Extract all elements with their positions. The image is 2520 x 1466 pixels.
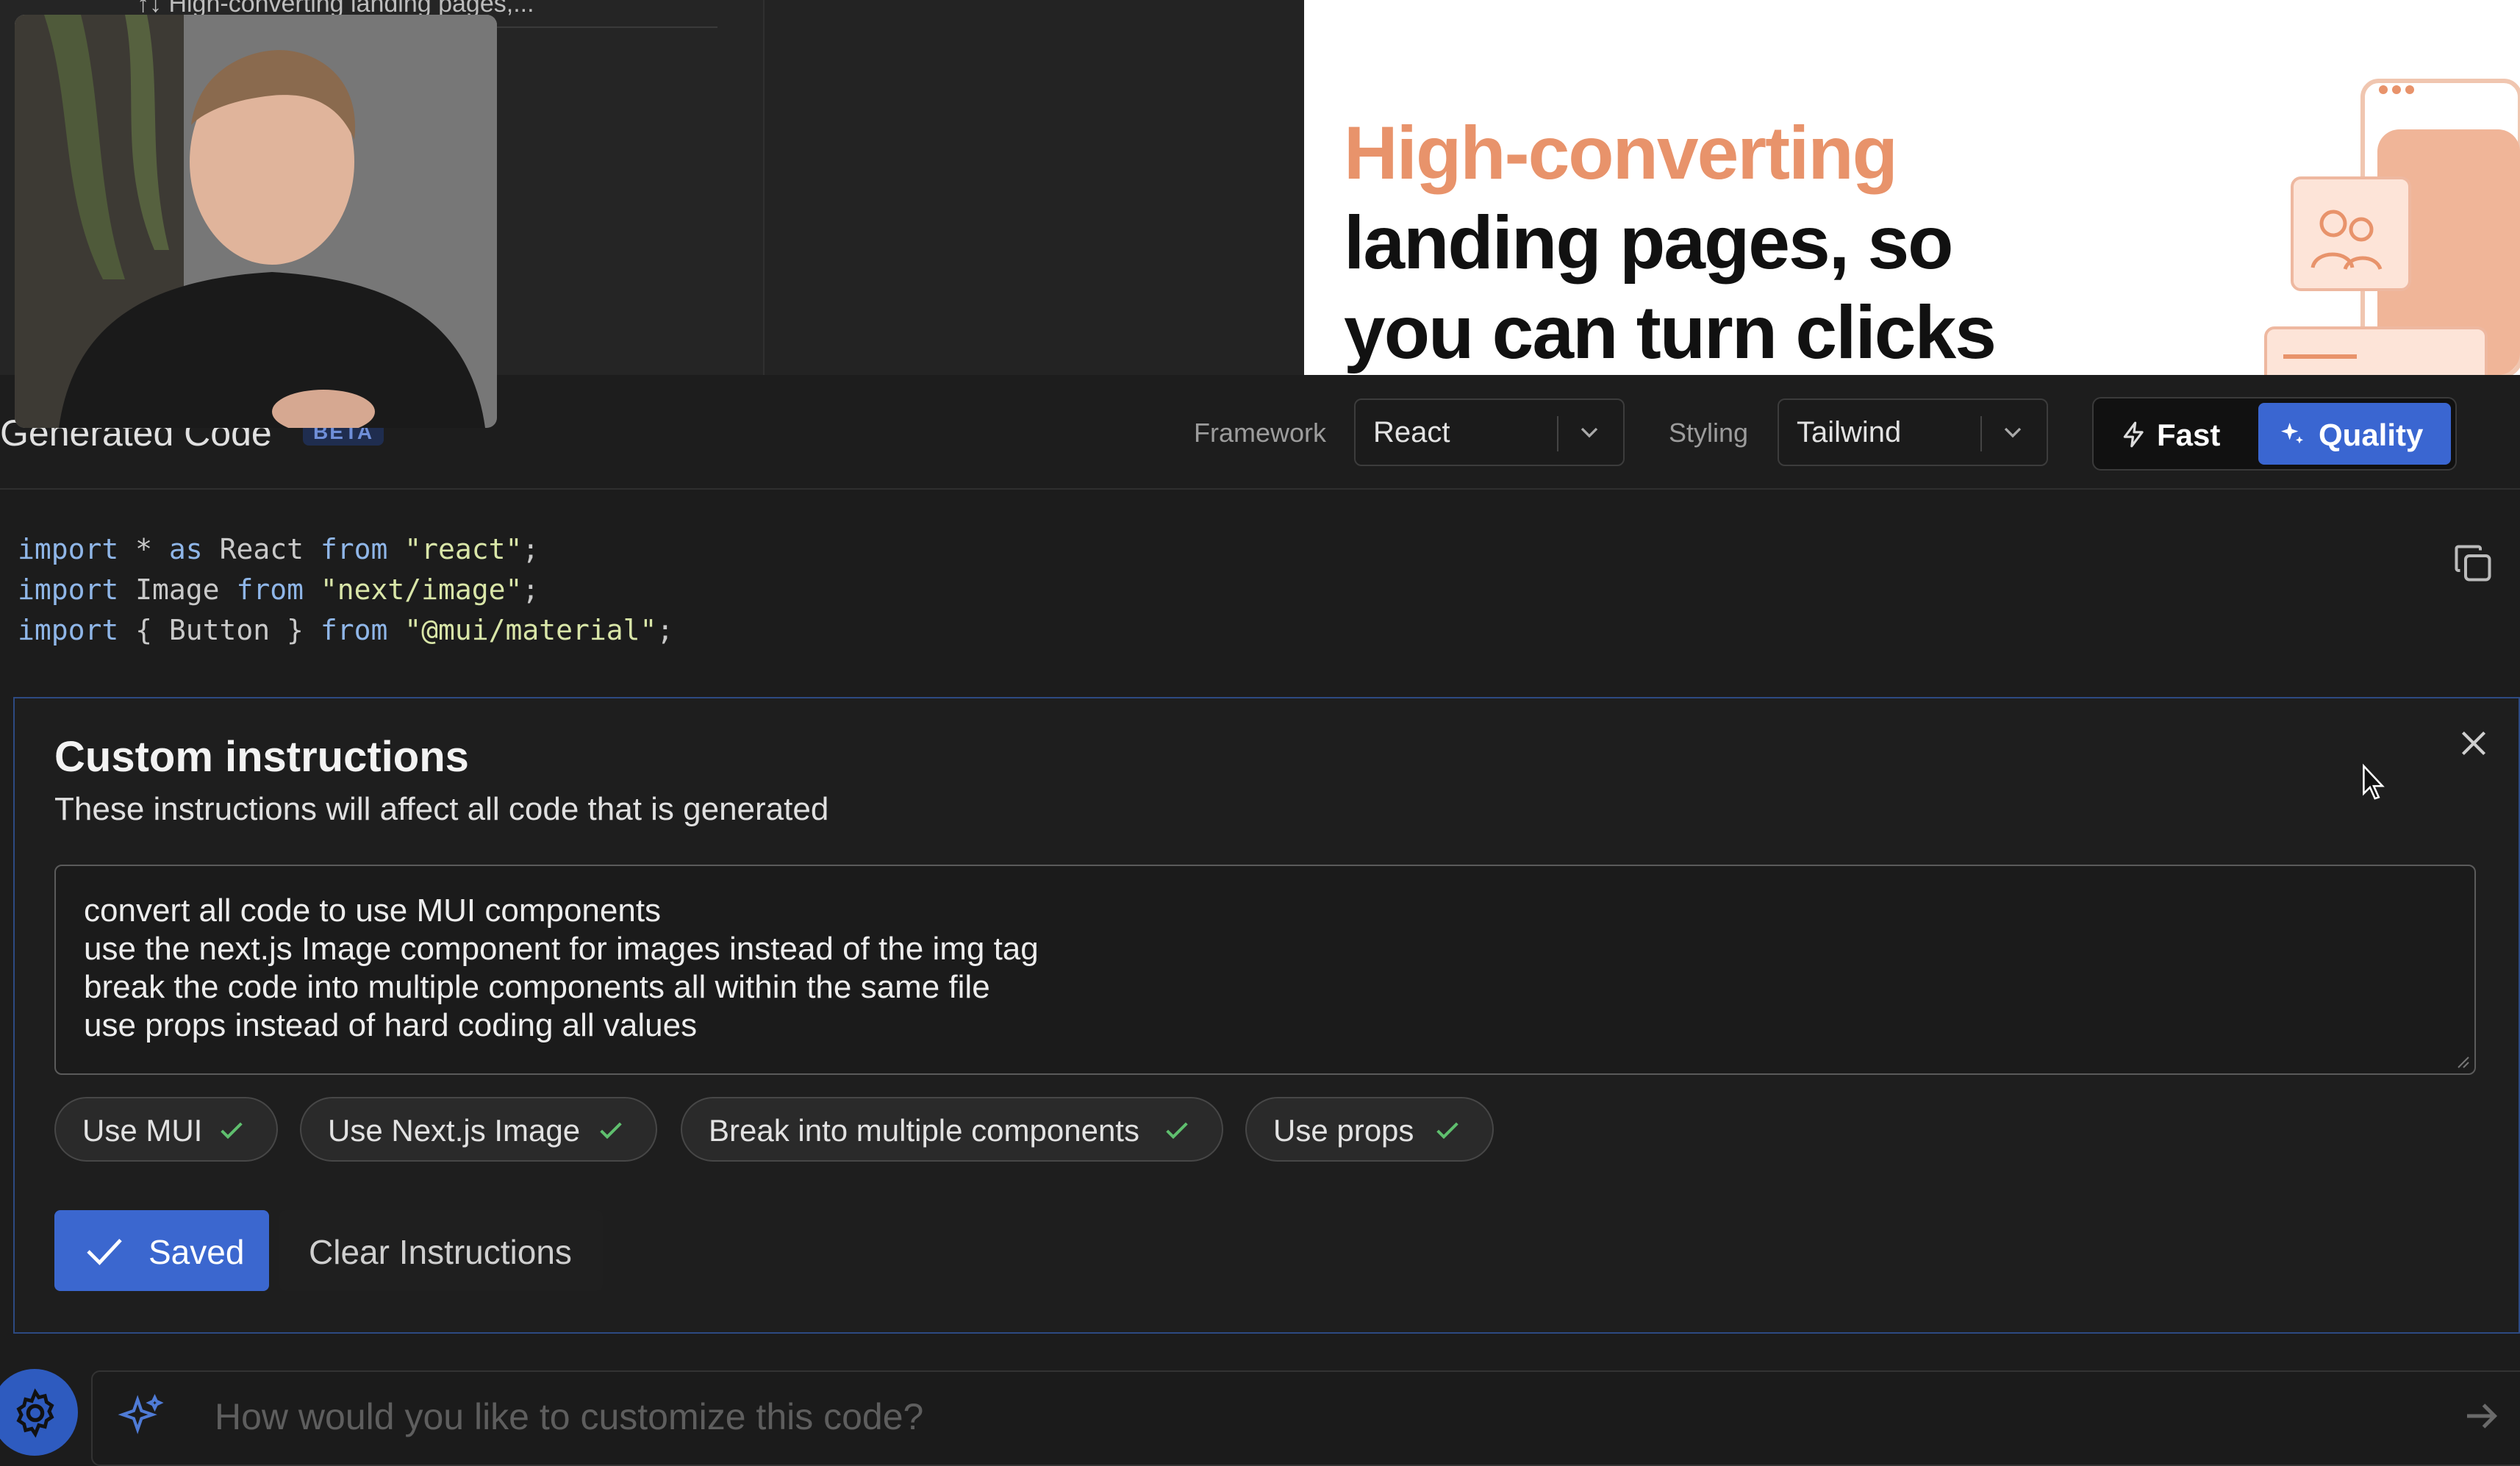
code-block[interactable]: import * as React from "react"; import I…	[18, 529, 673, 651]
chip-label: Use Next.js Image	[328, 1113, 581, 1148]
instruction-line: use the next.js Image component for imag…	[84, 931, 1039, 967]
chip-break-into-components[interactable]: Break into multiple components	[681, 1097, 1223, 1162]
chip-use-mui[interactable]: Use MUI	[54, 1097, 278, 1162]
framework-value: React	[1373, 416, 1450, 448]
styling-label: Styling	[1669, 418, 1749, 448]
divider	[1557, 416, 1558, 451]
saved-button[interactable]: Saved	[54, 1210, 269, 1291]
chip-use-nextjs-image[interactable]: Use Next.js Image	[300, 1097, 657, 1162]
panel-title: Custom instructions	[54, 733, 469, 781]
lightning-icon	[2123, 421, 2144, 448]
clear-instructions-label: Clear Instructions	[309, 1233, 572, 1271]
styling-select[interactable]: Tailwind	[1778, 398, 2048, 466]
check-icon	[1166, 1122, 1188, 1140]
quality-mode-label: Quality	[2319, 418, 2424, 452]
clear-instructions-button[interactable]: Clear Instructions	[279, 1210, 603, 1291]
framework-label: Framework	[1194, 418, 1327, 448]
check-icon	[600, 1122, 622, 1140]
preview-headline-line: you can turn clicks	[1344, 290, 1997, 374]
chip-label: Use MUI	[82, 1113, 203, 1148]
check-icon	[1436, 1122, 1458, 1140]
instruction-line: use props instead of hard coding all val…	[84, 1007, 698, 1043]
preview-headline-accent: High-converting	[1344, 111, 1898, 195]
mouse-cursor-icon	[2363, 763, 2385, 800]
webcam-overlay	[15, 15, 497, 428]
panel-subtitle: These instructions will affect all code …	[54, 791, 829, 827]
code-line: import * as React from "react";	[18, 533, 540, 565]
sparkles-icon	[118, 1393, 164, 1434]
send-arrow-icon[interactable]	[2460, 1394, 2504, 1438]
chip-label: Break into multiple components	[709, 1113, 1139, 1148]
settings-button[interactable]	[0, 1369, 78, 1456]
resize-handle-icon[interactable]	[2454, 1053, 2470, 1069]
hero-illustration	[2264, 79, 2520, 375]
saved-label: Saved	[148, 1233, 245, 1271]
chevron-down-icon	[1581, 427, 1598, 438]
divider	[1980, 416, 1982, 451]
customize-code-input[interactable]	[213, 1394, 2407, 1440]
presenter-image	[15, 15, 497, 428]
check-icon	[87, 1238, 122, 1265]
copy-icon[interactable]	[2451, 541, 2495, 585]
sparkles-icon	[2281, 423, 2303, 444]
check-icon	[221, 1122, 243, 1140]
code-line: import Image from "next/image";	[18, 573, 540, 606]
preview-headline-line: landing pages, so	[1344, 201, 1953, 285]
chip-use-props[interactable]: Use props	[1245, 1097, 1494, 1162]
gear-icon	[16, 1388, 54, 1438]
fast-mode-label: Fast	[2157, 418, 2221, 452]
close-icon[interactable]	[2455, 725, 2492, 762]
instruction-line: convert all code to use MUI components	[84, 893, 662, 929]
code-line: import { Button } from "@mui/material";	[18, 614, 674, 646]
framework-select[interactable]: React	[1354, 398, 1625, 466]
instructions-textarea[interactable]: convert all code to use MUI components u…	[54, 865, 2476, 1075]
styling-value: Tailwind	[1797, 416, 1902, 448]
chip-label: Use props	[1273, 1113, 1414, 1148]
fast-mode-button[interactable]: Fast	[2101, 403, 2252, 465]
instruction-line: break the code into multiple components …	[84, 969, 990, 1005]
chevron-down-icon	[2004, 427, 2022, 438]
quality-mode-button[interactable]: Quality	[2258, 403, 2451, 465]
